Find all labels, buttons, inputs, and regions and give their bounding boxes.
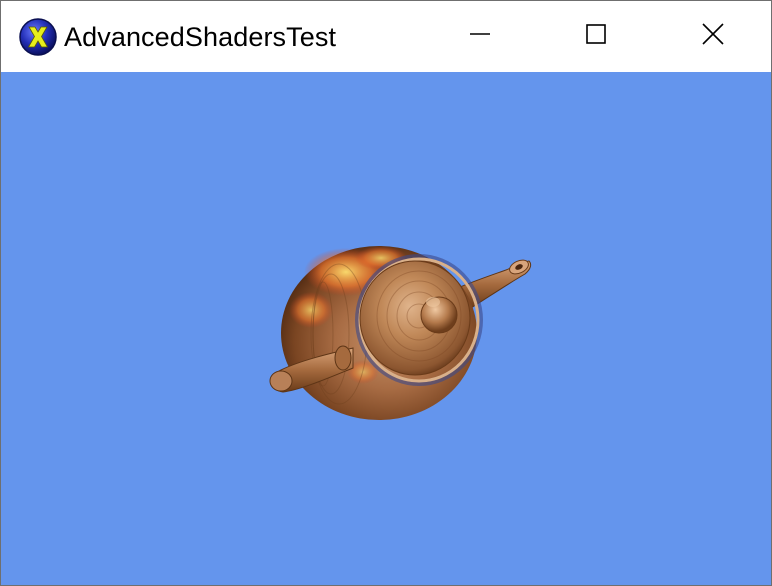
teapot-render xyxy=(269,246,532,420)
minimize-icon xyxy=(470,24,490,49)
minimize-button[interactable] xyxy=(422,1,538,72)
close-button[interactable] xyxy=(655,1,771,72)
render-viewport[interactable] xyxy=(1,72,771,585)
title-bar[interactable]: AdvancedShadersTest xyxy=(1,1,771,72)
app-window: AdvancedShadersTest xyxy=(0,0,772,586)
window-title: AdvancedShadersTest xyxy=(64,22,337,52)
directx-x-icon[interactable] xyxy=(18,17,58,57)
maximize-button[interactable] xyxy=(538,1,654,72)
close-icon xyxy=(702,23,724,50)
maximize-icon xyxy=(586,24,606,49)
